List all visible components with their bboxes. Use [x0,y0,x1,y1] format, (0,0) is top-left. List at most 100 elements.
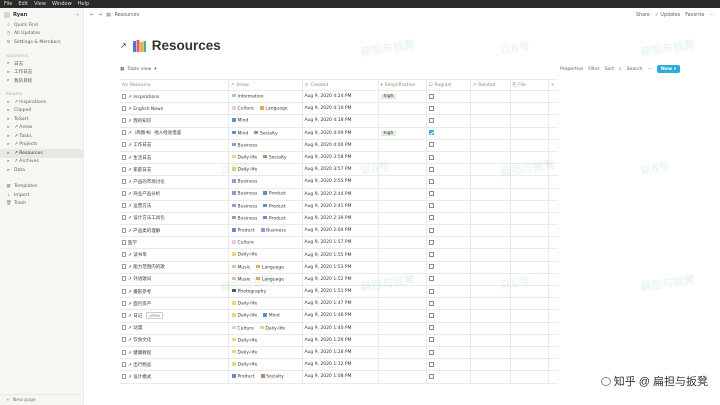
table-row[interactable]: ↗ 生活日志 Daily-life Socialty Aug 9, 2020 3:58… [120,150,558,165]
regular-checkbox[interactable] [428,166,434,172]
view-more-icon[interactable]: ··· [647,67,651,72]
cell-file[interactable] [509,163,549,177]
cell-related[interactable] [469,187,511,201]
table-row[interactable]: ↗（简图书）他人经验借鉴 Mind Socialty Aug 9, 2020 4:09… [120,126,558,140]
breadcrumb[interactable]: Resources [115,13,140,18]
cell-resource[interactable]: ↗ 日记 OPEN [120,309,229,323]
area-tag[interactable]: Product [262,191,288,197]
cell-related[interactable] [469,333,511,347]
area-tag[interactable]: Daily-life [231,349,259,355]
regular-checkbox[interactable] [428,154,434,160]
cell-regular[interactable] [425,126,471,140]
regular-checkbox[interactable] [428,264,434,270]
menu-view[interactable]: View [34,1,46,7]
cell-related[interactable] [469,199,511,213]
cell-file[interactable] [509,236,549,250]
cell-areas[interactable]: Business Product [227,187,303,201]
cell-related[interactable] [469,309,511,323]
cell-file[interactable] [509,321,549,335]
cell-simplification[interactable] [377,272,427,287]
cell-regular[interactable] [425,163,471,177]
cell-areas[interactable]: Business [227,175,303,189]
regular-checkbox[interactable] [428,373,434,379]
regular-checkbox[interactable] [428,191,434,197]
cell-file[interactable] [509,260,549,274]
area-tag[interactable]: Culture [231,106,256,111]
cell-areas[interactable]: Daily-life [227,333,303,347]
cell-file[interactable] [509,175,549,189]
cell-resource[interactable]: ↗ Inspirations [120,89,229,104]
sidebar-item[interactable]: 🗑 Trash [0,200,83,209]
sidebar-item[interactable]: ⚙ Settings & Members [0,38,83,47]
regular-checkbox[interactable] [428,142,434,148]
cell-simplification[interactable] [377,102,427,116]
cell-resource[interactable]: ↗ 商业产品分析 [120,187,229,201]
cell-areas[interactable]: Music Language [227,260,303,274]
regular-checkbox[interactable] [428,203,434,209]
cell-file[interactable] [509,89,549,104]
column-header[interactable]: ↗ Related [469,79,511,91]
table-row[interactable]: ↗ 家庭日志 Daily-life Aug 9, 2020 3:57 PM [120,163,558,177]
forward-arrow-icon[interactable]: → [98,13,102,18]
area-tag[interactable]: Business [231,215,259,221]
cell-regular[interactable] [425,150,471,165]
regular-checkbox[interactable] [428,130,434,136]
cell-regular[interactable] [425,102,471,116]
cell-regular[interactable] [425,224,471,238]
area-tag[interactable]: Mind [262,313,281,319]
cell-simplification[interactable]: high [377,126,427,140]
sidebar-item[interactable]: ▸ ↗ Archives [0,158,83,167]
table-row[interactable]: ↗ 能力范围内的歌 Music Language Aug 9, 2020 1:53 P… [120,260,558,274]
cell-resource[interactable]: ↗ 读书单 [120,248,229,262]
area-tag[interactable]: Music [231,276,252,282]
table-row[interactable]: ↗ 饮食文化 Daily-life Aug 9, 2020 1:29 PM [120,333,558,347]
regular-checkbox[interactable] [428,252,434,258]
regular-checkbox[interactable] [428,300,434,306]
cell-file[interactable] [509,333,549,347]
area-tag[interactable]: Daily-life [231,362,259,367]
column-header[interactable]: ⎘ File [509,79,549,91]
sidebar-item[interactable]: ⇣ Import [0,191,83,200]
regular-checkbox[interactable] [428,227,434,233]
cell-regular[interactable] [425,138,471,152]
cell-related[interactable] [469,163,511,177]
cell-areas[interactable]: Business Product [227,199,303,213]
cell-simplification[interactable] [377,114,427,128]
menu-file[interactable]: File [4,1,12,7]
area-tag[interactable]: Culture [231,240,256,245]
cell-resource[interactable]: ↗（简图书）他人经验借鉴 [120,126,229,140]
regular-checkbox[interactable] [428,288,434,294]
cell-simplification[interactable] [377,150,427,165]
cell-simplification[interactable] [377,345,427,360]
search-button[interactable]: Search [627,67,643,72]
menu-help[interactable]: Help [78,1,89,7]
cell-regular[interactable] [425,175,471,189]
area-tag[interactable]: Mind [231,130,250,136]
column-header[interactable]: ▾ Simplification [377,79,427,91]
cell-simplification[interactable] [377,309,427,323]
cell-areas[interactable]: Daily-life [227,297,303,311]
cell-simplification[interactable]: high [377,89,427,104]
regular-checkbox[interactable] [428,239,434,245]
cell-related[interactable] [469,175,511,189]
column-header[interactable]: ↗ Areas [227,79,303,91]
sidebar-item[interactable]: ⌕ Quick Find [0,21,83,30]
cell-file[interactable] [509,102,549,116]
cell-related[interactable] [469,358,511,372]
regular-checkbox[interactable] [428,178,434,184]
cell-resource[interactable]: ↗ 能力范围内的歌 [120,260,229,274]
open-button[interactable]: OPEN [146,312,163,320]
cell-areas[interactable]: Daily-life [227,163,303,177]
cell-areas[interactable]: Daily-life [227,248,303,262]
table-row[interactable]: ↗ 运营方法 Business Product Aug 9, 2020 2:41 PM [120,199,558,213]
cell-related[interactable] [469,321,511,335]
area-tag[interactable]: Socialty [262,154,288,160]
cell-simplification[interactable] [377,260,427,274]
table-row[interactable]: ↗ 摄影参考 Photography Aug 9, 2020 1:51 PM [120,284,558,299]
cell-areas[interactable]: Product Business [227,224,303,238]
cell-areas[interactable]: Daily-life [227,345,303,360]
cell-resource[interactable]: ↗ 设计模式 [120,370,229,384]
cell-file[interactable] [509,297,549,311]
cell-areas[interactable]: Music Language [227,272,303,287]
cell-regular[interactable] [425,248,471,262]
